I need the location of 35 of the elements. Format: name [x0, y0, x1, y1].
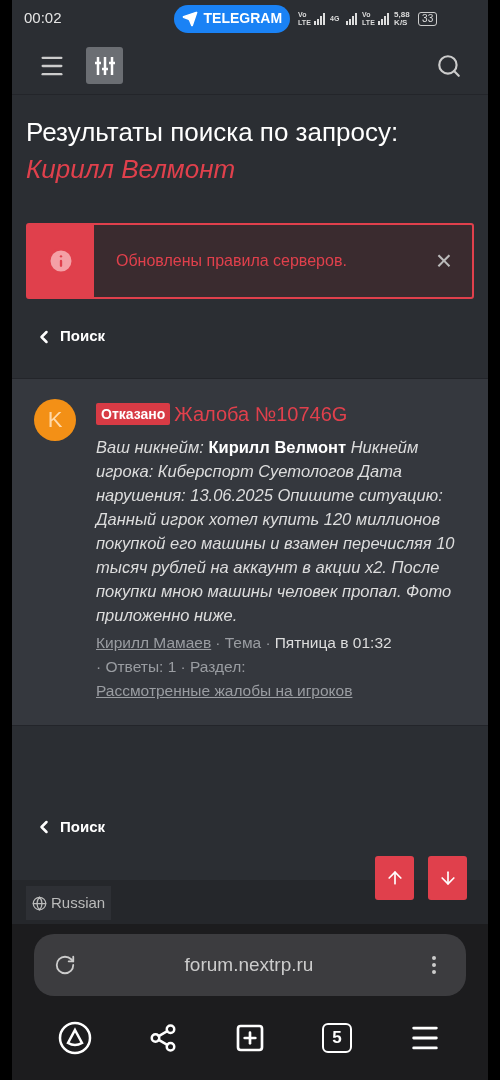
- scroll-up-button[interactable]: [375, 856, 414, 901]
- globe-icon: [32, 895, 47, 911]
- status-badge: Отказано: [96, 402, 171, 425]
- back-link[interactable]: Поиск: [34, 815, 466, 839]
- tab-count-button[interactable]: 5: [322, 1023, 352, 1053]
- replies-text: · Ответы: 1 · Раздел:: [96, 656, 246, 677]
- assistant-icon[interactable]: [58, 1021, 92, 1055]
- search-query: Кирилл Велмонт: [26, 153, 237, 187]
- telegram-icon: [181, 10, 198, 27]
- status-time: 00:02: [24, 8, 62, 29]
- signal-icon: [314, 12, 327, 25]
- new-tab-icon[interactable]: [234, 1022, 266, 1054]
- network-speed: 5,88 K/S: [394, 10, 411, 27]
- page-title: Результаты поиска по запросу:: [26, 116, 400, 150]
- battery-icon: 33: [418, 11, 438, 26]
- section-link[interactable]: Рассмотренные жалобы на игроков: [96, 678, 353, 703]
- back-link[interactable]: Поиск: [34, 325, 466, 348]
- thread-type: · Тема ·: [215, 632, 271, 653]
- post-date: Пятница в 01:32: [274, 632, 392, 653]
- signal-icon: [346, 12, 359, 25]
- filter-button[interactable]: [86, 47, 123, 85]
- share-icon[interactable]: [148, 1023, 178, 1053]
- address-bar[interactable]: forum.nextrp.ru: [34, 934, 466, 996]
- notification-pill[interactable]: TELEGRAM: [173, 4, 291, 33]
- scroll-down-button[interactable]: [428, 856, 467, 901]
- url-text: forum.nextrp.ru: [183, 952, 315, 977]
- language-button[interactable]: Russian: [26, 886, 112, 921]
- signal-icon: [378, 12, 391, 25]
- notice-text: Обновлены правила серверов.: [116, 251, 347, 272]
- search-icon[interactable]: [436, 52, 462, 79]
- avatar: K: [34, 398, 76, 441]
- reload-icon[interactable]: [54, 954, 76, 976]
- close-button[interactable]: ×: [435, 225, 452, 298]
- result-snippet: Ваш никнейм: Кирилл Велмонт Никнейм игрока: Киберспорт Суетологов Дата нарушения: 13.06.2025 Опишите ситуацию: Данный игрок хотел купить 120 миллионов покупкой его машины и взамен перечисляя 10 тысяч рублей на аккаунт в акции x2. После покупки мною машины человек пропал. Фото приложенно ниже.: [96, 436, 456, 626]
- author-link[interactable]: Кирилл Мамаев: [96, 630, 212, 655]
